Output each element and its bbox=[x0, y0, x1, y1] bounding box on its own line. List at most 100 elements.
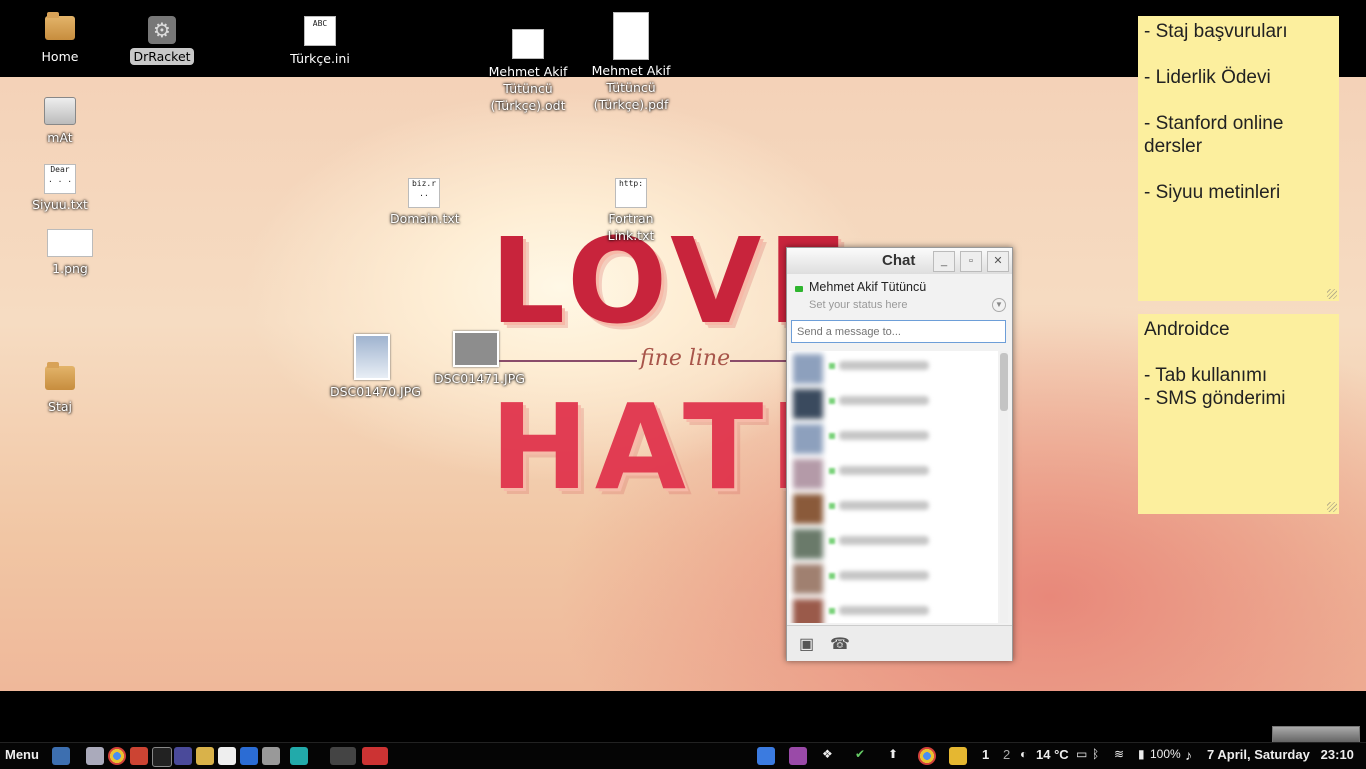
volume-readout[interactable]: 100% bbox=[1150, 747, 1181, 761]
contact-list-scrollbar[interactable] bbox=[1000, 351, 1008, 623]
note-line: - Liderlik Ödevi bbox=[1144, 67, 1271, 88]
text-editor-icon[interactable] bbox=[196, 747, 214, 765]
icon-label: Türkçe.ini bbox=[290, 51, 350, 66]
wallpaper-line-left bbox=[497, 360, 637, 362]
temperature-readout[interactable]: 14 °C bbox=[1036, 747, 1069, 762]
desktop-icon-fortran[interactable]: http: Fortran Link.txt bbox=[585, 178, 677, 244]
list-item[interactable] bbox=[789, 526, 998, 561]
note-line: Androidce bbox=[1144, 319, 1230, 340]
minimize-button[interactable]: _ bbox=[933, 251, 955, 272]
bluetooth-icon[interactable]: ᛒ bbox=[1092, 747, 1099, 761]
show-desktop-icon[interactable] bbox=[52, 747, 70, 765]
list-item[interactable] bbox=[789, 421, 998, 456]
list-item[interactable] bbox=[789, 456, 998, 491]
icon-label: Staj bbox=[48, 399, 72, 414]
video-call-icon[interactable]: ▣ bbox=[799, 634, 814, 654]
resize-grip[interactable] bbox=[1327, 502, 1337, 512]
chevron-down-icon[interactable]: ▼ bbox=[992, 298, 1006, 312]
desktop-icon-siyuu[interactable]: Dear . . . Siyuu.txt bbox=[30, 164, 90, 213]
online-status-icon bbox=[829, 573, 835, 579]
photo-thumbnail bbox=[453, 331, 499, 367]
icon-label-line: Mehmet Akif bbox=[488, 64, 568, 79]
contact-list[interactable] bbox=[789, 351, 998, 623]
list-item[interactable] bbox=[789, 596, 998, 623]
desktop-icon-pdf[interactable]: Mehmet Akif Tütüncü (Türkçe).pdf bbox=[590, 12, 672, 113]
chat-titlebar[interactable]: Chat _ ▫ ✕ bbox=[787, 248, 1012, 274]
chat-footer: ▣ ☎ bbox=[787, 625, 1012, 661]
taskbar: Menu ❖ ✔ ⬆ 1 2 ◐ 14 °C ▭ ᛒ ≋ ▮ 100% ♪ 7 … bbox=[0, 742, 1366, 769]
image-file-icon bbox=[47, 229, 93, 257]
chat-user-name: Mehmet Akif Tütüncü bbox=[809, 280, 927, 294]
monitor-icon[interactable] bbox=[290, 747, 308, 765]
chrome-icon[interactable] bbox=[108, 747, 126, 765]
note-line bbox=[1144, 43, 1333, 66]
desktop-icon-odt[interactable]: Mehmet Akif Tütüncü (Türkçe).odt bbox=[487, 29, 569, 114]
shield-icon[interactable]: ✔ bbox=[855, 747, 865, 761]
desktop-icon-1png[interactable]: 1.png bbox=[40, 229, 100, 277]
desktop-icon-mat[interactable]: mAt bbox=[35, 97, 85, 146]
list-item[interactable] bbox=[789, 386, 998, 421]
menu-button[interactable]: Menu bbox=[5, 747, 39, 762]
document-icon[interactable] bbox=[218, 747, 236, 765]
close-button[interactable]: ✕ bbox=[987, 251, 1009, 272]
chrome-window-button[interactable] bbox=[330, 747, 356, 765]
terminal-icon[interactable] bbox=[152, 747, 172, 767]
maximize-button[interactable]: ▫ bbox=[960, 251, 982, 272]
odt-document-icon bbox=[512, 29, 544, 59]
file-manager-icon[interactable] bbox=[86, 747, 104, 765]
calculator-icon[interactable] bbox=[262, 747, 280, 765]
battery-icon[interactable]: ▮ bbox=[1138, 747, 1145, 761]
text-file-icon: biz.r .. bbox=[408, 178, 440, 208]
dropbox-icon[interactable]: ❖ bbox=[822, 747, 833, 761]
sticky-note-2[interactable]: Androidce - Tab kullanımı - SMS gönderim… bbox=[1138, 314, 1339, 514]
online-status-icon bbox=[829, 398, 835, 404]
messenger-icon[interactable] bbox=[789, 747, 807, 765]
contact-name-blurred bbox=[839, 466, 929, 475]
mail-icon[interactable] bbox=[130, 747, 148, 765]
update-icon[interactable]: ⬆ bbox=[888, 747, 898, 761]
volume-icon[interactable]: ♪ bbox=[1185, 747, 1192, 763]
icon-label: DrRacket bbox=[130, 48, 194, 65]
desktop-icon-staj[interactable]: Staj bbox=[35, 362, 85, 415]
note-line: - SMS gönderimi bbox=[1144, 388, 1286, 409]
icon-label: DSC01470.JPG bbox=[330, 384, 421, 399]
desktop-icon-home[interactable]: Home bbox=[35, 12, 85, 65]
note-line: - Staj başvuruları bbox=[1144, 21, 1288, 42]
notes-tray-icon[interactable] bbox=[949, 747, 967, 765]
text-file-icon: ABC bbox=[304, 16, 336, 46]
contact-name-blurred bbox=[839, 536, 929, 545]
chrome-window-button-active[interactable] bbox=[362, 747, 388, 765]
display-icon[interactable]: ▭ bbox=[1076, 747, 1087, 761]
app-launcher-icon[interactable] bbox=[174, 747, 192, 765]
workspace-2[interactable]: 2 bbox=[1003, 747, 1010, 762]
desktop-icon-dsc01470[interactable]: DSC01470.JPG bbox=[330, 334, 421, 400]
note-line bbox=[1144, 89, 1333, 112]
message-search-input[interactable] bbox=[791, 320, 1006, 343]
list-item[interactable] bbox=[789, 491, 998, 526]
phone-call-icon[interactable]: ☎ bbox=[830, 634, 850, 654]
writer-icon[interactable] bbox=[240, 747, 258, 765]
icon-label: Domain.txt bbox=[390, 211, 460, 226]
icon-label-line: Tütüncü bbox=[503, 81, 553, 96]
workspace-1[interactable]: 1 bbox=[982, 747, 989, 762]
status-message-field[interactable]: Set your status here bbox=[809, 299, 907, 311]
desktop-icon-domain[interactable]: biz.r .. Domain.txt bbox=[390, 178, 460, 227]
list-item[interactable] bbox=[789, 351, 998, 386]
list-item[interactable] bbox=[789, 561, 998, 596]
avatar bbox=[793, 564, 823, 594]
wifi-icon[interactable]: ≋ bbox=[1114, 747, 1124, 761]
drive-icon bbox=[44, 97, 76, 125]
sticky-note-1[interactable]: - Staj başvuruları - Liderlik Ödevi - St… bbox=[1138, 16, 1339, 301]
clock[interactable]: 7 April, Saturday 23:10 bbox=[1207, 747, 1354, 762]
desktop-icon-dsc01471[interactable]: DSC01471.JPG bbox=[434, 331, 525, 387]
desktop-icon-drracket[interactable]: ⚙ DrRacket bbox=[130, 16, 194, 65]
desktop-icon-turkce-ini[interactable]: ABC Türkçe.ini bbox=[290, 16, 350, 67]
scrollbar-thumb[interactable] bbox=[1000, 353, 1008, 411]
chrome-tray-icon[interactable] bbox=[918, 747, 936, 765]
google-icon[interactable] bbox=[757, 747, 775, 765]
photo-thumbnail bbox=[354, 334, 390, 380]
resize-grip[interactable] bbox=[1327, 289, 1337, 299]
wallpaper-line-right bbox=[730, 360, 790, 362]
text-file-icon: Dear . . . bbox=[44, 164, 76, 194]
note-line: - Siyuu metinleri bbox=[1144, 182, 1281, 203]
